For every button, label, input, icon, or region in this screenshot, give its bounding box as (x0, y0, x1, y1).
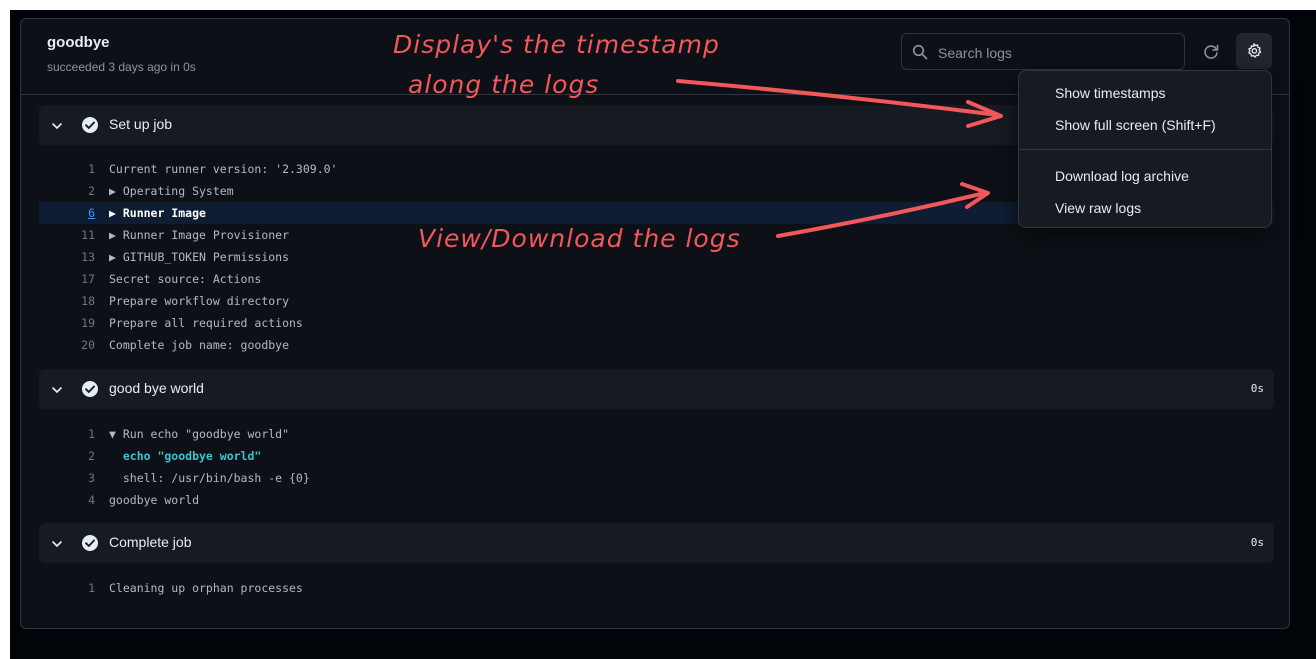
annotation-arrows (676, 79, 1003, 238)
arrow-to-download-logs (776, 182, 990, 238)
arrow-to-show-timestamps (676, 79, 1003, 128)
